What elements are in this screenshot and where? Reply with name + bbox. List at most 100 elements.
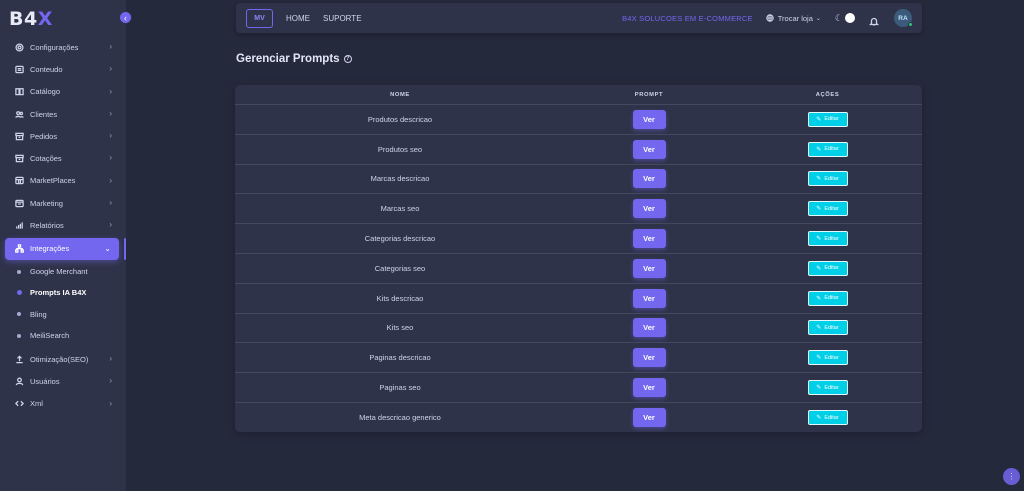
sidebar-item-cotacoes[interactable]: Cotações ›: [0, 147, 126, 169]
hierarchy-icon: [14, 244, 24, 254]
view-prompt-button[interactable]: Ver: [632, 288, 666, 308]
pencil-icon: ✎: [816, 116, 822, 123]
chevron-right-icon: ›: [109, 354, 112, 364]
sidebar-subitem-label: Google Merchant: [30, 267, 88, 277]
sidebar-subitem-bling[interactable]: Bling: [0, 304, 126, 325]
edit-button[interactable]: ✎ Editar: [807, 111, 848, 127]
code-icon: [14, 399, 24, 409]
edit-button[interactable]: ✎ Editar: [807, 290, 848, 306]
view-prompt-button[interactable]: Ver: [632, 169, 666, 189]
toggle-knob: [845, 13, 855, 23]
top-navbar: MV HOME SUPORTE B4X SOLUCOES EM E-COMMER…: [236, 3, 922, 33]
actions-cell: ✎ Editar: [733, 171, 922, 187]
view-prompt-button[interactable]: Ver: [632, 139, 666, 159]
sidebar-item-clientes[interactable]: Clientes ›: [0, 103, 126, 125]
sidebar-item-label: Xml: [30, 399, 43, 409]
chevron-down-icon: ⌄: [104, 243, 111, 253]
pencil-icon: ✎: [816, 176, 822, 183]
archive-icon: [14, 154, 24, 164]
prompt-name: Marcas descricao: [370, 174, 430, 184]
sidebar-item-label: Relatórios: [30, 221, 64, 231]
view-prompt-button[interactable]: Ver: [632, 348, 666, 368]
edit-label: Editar: [824, 116, 839, 123]
actions-cell: ✎ Editar: [733, 141, 922, 157]
prompt-name: Marcas seo: [380, 204, 420, 214]
table-row: Kits seo Ver ✎ Editar: [235, 314, 922, 344]
bullet-dot: [17, 269, 21, 274]
sidebar-item-pedidos[interactable]: Pedidos ›: [0, 125, 126, 147]
actions-cell: ✎ Editar: [733, 350, 922, 366]
pencil-icon: ✎: [816, 146, 822, 153]
theme-toggle[interactable]: ☾: [835, 13, 855, 24]
edit-button[interactable]: ✎ Editar: [807, 201, 848, 217]
prompt-name: Produtos seo: [377, 144, 423, 154]
sidebar-subitem-label: Bling: [30, 309, 47, 319]
bell-icon[interactable]: [868, 13, 880, 26]
chevron-right-icon: ›: [109, 131, 112, 141]
chevron-right-icon: ›: [109, 86, 112, 96]
sidebar-item-catalogo[interactable]: Catálogo ›: [0, 81, 126, 103]
sidebar-item-otimizacao-seo[interactable]: Otimização(SEO) ›: [0, 348, 126, 370]
table-row: Categorias seo Ver ✎ Editar: [235, 254, 922, 284]
edit-button[interactable]: ✎ Editar: [807, 171, 848, 187]
sidebar-subitem-label: MeiliSearch: [30, 331, 70, 340]
b4x-logo[interactable]: B4X: [9, 8, 53, 30]
edit-button[interactable]: ✎ Editar: [807, 231, 848, 247]
nav-home-link[interactable]: HOME: [286, 14, 310, 23]
avatar[interactable]: RA: [894, 9, 913, 27]
active-indicator: [124, 237, 126, 260]
mv-button[interactable]: MV: [246, 8, 273, 28]
actions-cell: ✎ Editar: [733, 260, 922, 276]
edit-button[interactable]: ✎ Editar: [807, 141, 848, 157]
table-row: Marcas descricao Ver ✎ Editar: [235, 165, 922, 195]
edit-button[interactable]: ✎ Editar: [807, 260, 848, 276]
edit-label: Editar: [824, 265, 839, 272]
sidebar-item-xml[interactable]: Xml ›: [0, 393, 126, 415]
edit-button[interactable]: ✎ Editar: [807, 410, 848, 426]
chevron-down-icon: ⌄: [815, 15, 821, 22]
sidebar-item-usuarios[interactable]: Usuários ›: [0, 370, 126, 392]
sidebar-subitem-google-merchant[interactable]: Google Merchant: [0, 261, 126, 282]
sidebar-subitem-meilisearch[interactable]: MeiliSearch: [0, 325, 126, 346]
view-prompt-button[interactable]: Ver: [632, 378, 666, 398]
store-switch-dropdown[interactable]: Trocar loja ⌄: [766, 14, 821, 23]
edit-button[interactable]: ✎ Editar: [807, 380, 848, 396]
view-prompt-button[interactable]: Ver: [632, 258, 666, 278]
prompt-cell: Ver: [565, 139, 733, 159]
edit-label: Editar: [824, 324, 839, 331]
table-row: Meta descricao generico Ver ✎ Editar: [235, 403, 922, 432]
nav-suporte-link[interactable]: SUPORTE: [323, 14, 362, 23]
view-prompt-button[interactable]: Ver: [632, 199, 666, 219]
actions-cell: ✎ Editar: [733, 201, 922, 217]
prompt-name: Categorias descricao: [364, 234, 436, 244]
chevron-right-icon: ›: [109, 198, 112, 208]
sidebar-item-relatorios[interactable]: Relatórios ›: [0, 214, 126, 236]
moon-icon: ☾: [834, 12, 843, 23]
more-options-icon[interactable]: ⋮: [1003, 468, 1020, 485]
sidebar-item-marketing[interactable]: Marketing ›: [0, 192, 126, 214]
table-row: Paginas descricao Ver ✎ Editar: [235, 343, 922, 374]
sidebar-menu: Configurações › Conteudo › Catálogo › Clientes…: [0, 36, 126, 415]
actions-cell: ✎ Editar: [733, 290, 922, 306]
sidebar-item-label: Usuários: [30, 377, 60, 387]
edit-button[interactable]: ✎ Editar: [807, 320, 848, 336]
collapse-sidebar-icon[interactable]: ‹: [119, 11, 132, 24]
sidebar-item-configuracoes[interactable]: Configurações ›: [0, 36, 126, 58]
edit-label: Editar: [824, 384, 839, 391]
sidebar-item-conteudo[interactable]: Conteudo ›: [0, 58, 126, 80]
sidebar: B4X ‹ Configurações › Conteudo › Catálogo › Cl…: [0, 0, 132, 491]
view-prompt-button[interactable]: Ver: [632, 408, 666, 428]
sidebar-item-label: Pedidos: [30, 131, 58, 141]
sidebar-item-integracoes[interactable]: Integrações ⌄: [5, 237, 119, 260]
pencil-icon: ✎: [816, 295, 822, 302]
sidebar-subitem-prompts-ia-b4x[interactable]: Prompts IA B4X: [0, 282, 126, 303]
table-row: Produtos descricao Ver ✎ Editar: [235, 105, 922, 135]
table-row: Categorias descricao Ver ✎ Editar: [235, 224, 922, 254]
edit-button[interactable]: ✎ Editar: [807, 350, 848, 366]
view-prompt-button[interactable]: Ver: [632, 109, 666, 129]
online-status-dot: [908, 22, 913, 27]
sidebar-item-marketplaces[interactable]: MarketPlaces ›: [0, 170, 126, 192]
help-icon[interactable]: ?: [343, 55, 352, 63]
view-prompt-button[interactable]: Ver: [632, 229, 666, 249]
view-prompt-button[interactable]: Ver: [632, 318, 666, 338]
